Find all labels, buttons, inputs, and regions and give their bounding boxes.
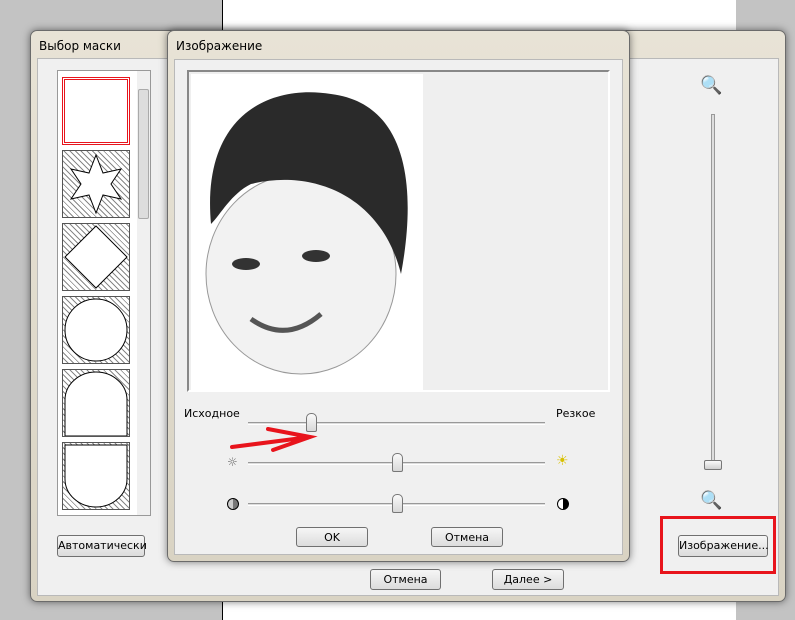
dialog-cancel-button[interactable]: Отмена xyxy=(431,527,503,547)
mask-arch[interactable] xyxy=(62,369,130,437)
red-arrow-annotation xyxy=(230,427,318,452)
photo-preview xyxy=(191,74,423,390)
contrast-low-icon xyxy=(227,498,239,510)
ok-button[interactable]: OK xyxy=(296,527,368,547)
image-preview xyxy=(187,70,610,392)
brightness-low-icon: ☼ xyxy=(227,455,238,469)
mask-shield[interactable] xyxy=(62,442,130,510)
dialog-title: Изображение xyxy=(176,39,263,53)
mask-diamond[interactable] xyxy=(62,223,130,291)
zoom-in-icon[interactable]: 🔍 xyxy=(700,75,722,96)
sharpness-right-label: Резкое xyxy=(556,407,596,420)
mask-circle[interactable] xyxy=(62,296,130,364)
brightness-high-icon: ☀ xyxy=(556,453,569,469)
highlight-box xyxy=(660,516,776,574)
sharpness-left-label: Исходное xyxy=(184,407,240,420)
auto-button[interactable]: Автоматически xyxy=(57,535,147,557)
next-button[interactable]: Далее > xyxy=(492,569,564,590)
zoom-slider-track[interactable] xyxy=(711,114,715,470)
brightness-slider-thumb[interactable] xyxy=(392,453,403,472)
scrollbar-thumb[interactable] xyxy=(138,89,149,219)
mask-list-scrollbar[interactable] xyxy=(137,71,150,515)
contrast-slider-thumb[interactable] xyxy=(392,494,403,513)
zoom-slider-thumb[interactable] xyxy=(704,460,722,470)
mask-none-selected[interactable] xyxy=(62,77,130,145)
zoom-out-icon[interactable]: 🔍 xyxy=(700,490,722,511)
mask-star[interactable] xyxy=(62,150,130,218)
window-title: Выбор маски xyxy=(39,39,121,53)
contrast-high-icon xyxy=(557,498,569,510)
mask-cancel-button[interactable]: Отмена xyxy=(370,569,441,590)
